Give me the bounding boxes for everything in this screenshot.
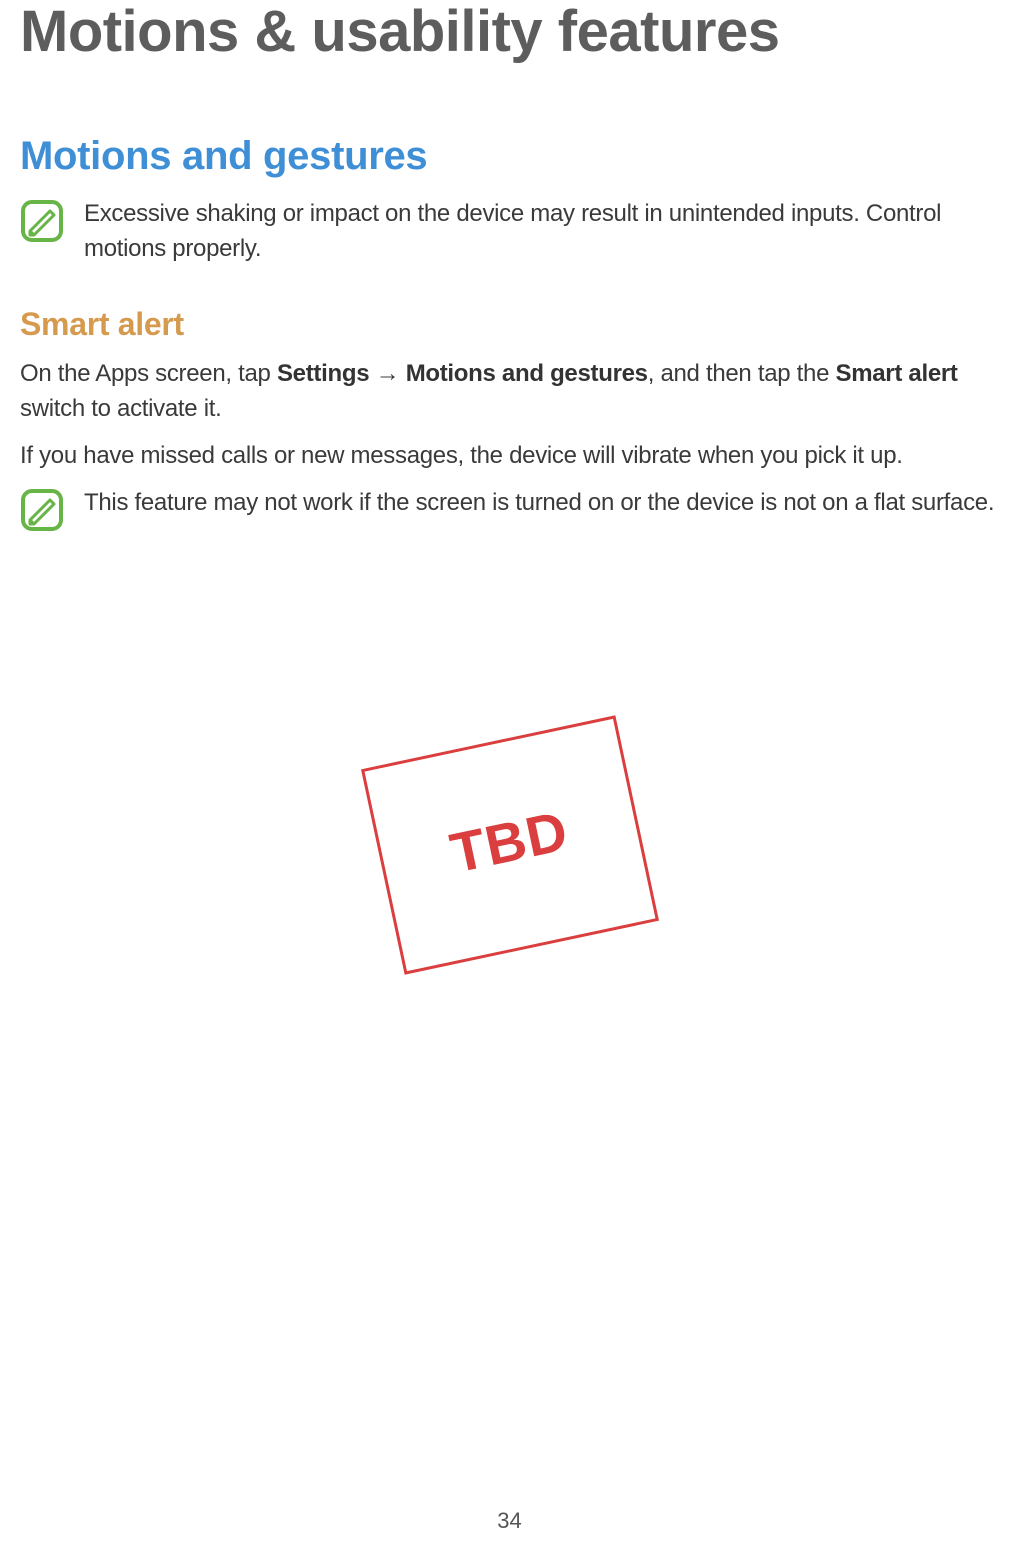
note-icon xyxy=(20,488,64,532)
note-text-2: This feature may not work if the screen … xyxy=(84,486,994,521)
page-title: Motions & usability features xyxy=(20,0,999,64)
note-block-2: This feature may not work if the screen … xyxy=(20,486,999,532)
instruction-suffix: switch to activate it. xyxy=(20,395,221,422)
page: Motions & usability features Motions and… xyxy=(0,0,1019,1562)
instruction-text: On the Apps screen, tap Settings → Motio… xyxy=(20,357,999,427)
instruction-prefix: On the Apps screen, tap xyxy=(20,360,277,387)
instruction-bold-2: Motions and gestures xyxy=(406,360,648,387)
subsection-heading: Smart alert xyxy=(20,306,999,343)
note-text-1: Excessive shaking or impact on the devic… xyxy=(84,197,999,267)
arrow-icon: → xyxy=(369,360,405,387)
tbd-placeholder: TBD xyxy=(361,715,659,974)
tbd-box: TBD xyxy=(361,715,659,974)
instruction-mid: , and then tap the xyxy=(648,360,836,387)
note-block-1: Excessive shaking or impact on the devic… xyxy=(20,197,999,267)
tbd-label: TBD xyxy=(444,797,573,885)
section-heading: Motions and gestures xyxy=(20,134,999,179)
body-text-2: If you have missed calls or new messages… xyxy=(20,439,999,474)
instruction-bold-1: Settings xyxy=(277,360,369,387)
page-number: 34 xyxy=(0,1508,1019,1534)
instruction-bold-3: Smart alert xyxy=(836,360,958,387)
note-icon xyxy=(20,199,64,243)
